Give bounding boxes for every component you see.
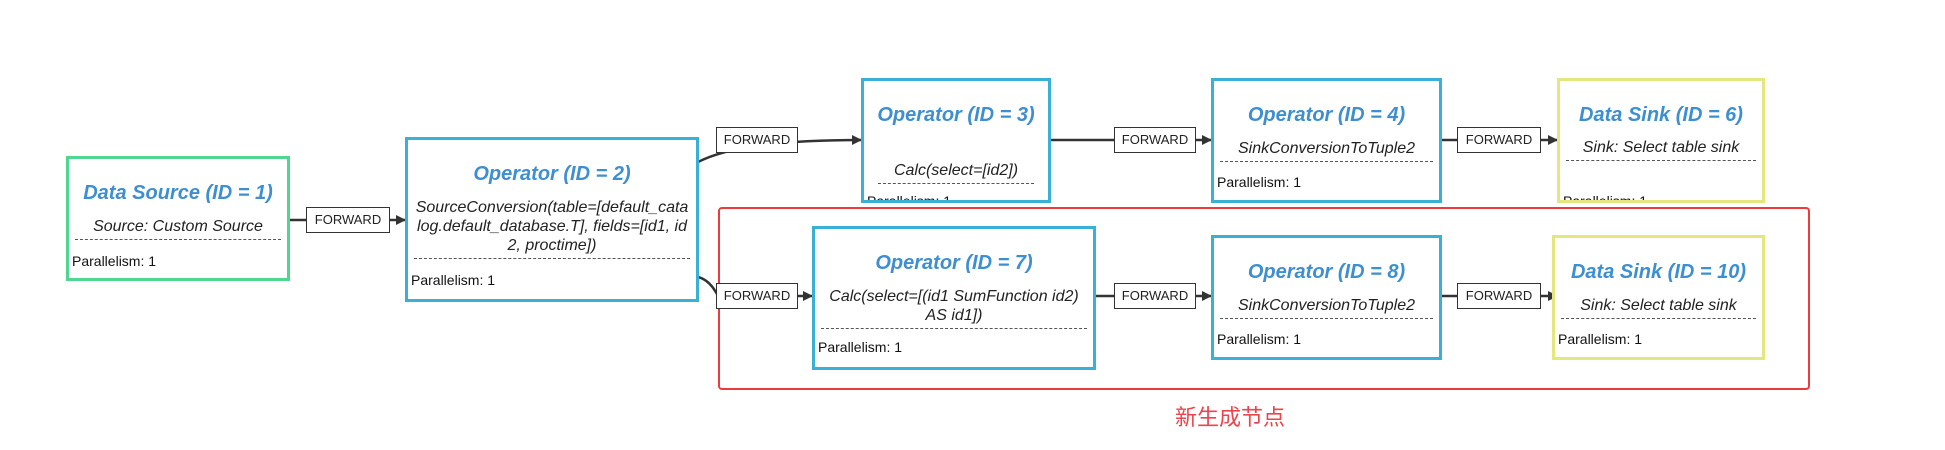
node-title: Operator (ID = 2) [473, 163, 631, 185]
node-description: Source: Custom Source [75, 217, 281, 240]
node-operator-7[interactable]: Operator (ID = 7) Calc(select=[(id1 SumF… [812, 226, 1096, 370]
edge-label-7-8: FORWARD [1114, 283, 1196, 309]
node-description: Calc(select=[(id1 SumFunction id2) AS id… [821, 287, 1087, 329]
node-description: SinkConversionToTuple2 [1220, 139, 1433, 162]
edge-label-4-6: FORWARD [1457, 127, 1541, 153]
node-title: Operator (ID = 3) [877, 104, 1035, 126]
node-description: SinkConversionToTuple2 [1220, 296, 1433, 319]
node-parallelism: Parallelism: 1 [867, 193, 952, 203]
node-parallelism: Parallelism: 1 [72, 253, 157, 269]
node-operator-8[interactable]: Operator (ID = 8) SinkConversionToTuple2… [1211, 235, 1442, 360]
node-title: Operator (ID = 7) [875, 252, 1033, 274]
node-description: Sink: Select table sink [1566, 138, 1756, 161]
node-title: Data Source (ID = 1) [83, 182, 273, 204]
node-operator-2[interactable]: Operator (ID = 2) SourceConversion(table… [405, 137, 699, 302]
node-parallelism: Parallelism: 1 [1558, 331, 1643, 347]
node-operator-4[interactable]: Operator (ID = 4) SinkConversionToTuple2… [1211, 78, 1442, 203]
node-parallelism: Parallelism: 1 [1563, 193, 1648, 203]
node-title: Data Sink (ID = 10) [1570, 261, 1747, 283]
node-title: Operator (ID = 8) [1247, 261, 1406, 283]
node-data-source-1[interactable]: Data Source (ID = 1) Source: Custom Sour… [66, 156, 290, 281]
edge-label-2-7: FORWARD [716, 283, 798, 309]
node-parallelism: Parallelism: 1 [1217, 331, 1302, 347]
node-title: Data Sink (ID = 6) [1579, 104, 1743, 126]
node-operator-3[interactable]: Operator (ID = 3) Calc(select=[id2]) Par… [861, 78, 1051, 203]
edge-label-8-10: FORWARD [1457, 283, 1541, 309]
node-data-sink-10[interactable]: Data Sink (ID = 10) Sink: Select table s… [1552, 235, 1765, 360]
node-parallelism: Parallelism: 1 [818, 339, 903, 355]
edge-label-1-2: FORWARD [306, 207, 390, 233]
node-data-sink-6[interactable]: Data Sink (ID = 6) Sink: Select table si… [1557, 78, 1765, 203]
node-title: Operator (ID = 4) [1247, 104, 1406, 126]
edge-label-2-3: FORWARD [716, 127, 798, 153]
node-description: Sink: Select table sink [1561, 296, 1756, 319]
node-description: Calc(select=[id2]) [878, 161, 1034, 184]
edge-label-3-4: FORWARD [1114, 127, 1196, 153]
node-parallelism: Parallelism: 1 [1217, 174, 1302, 190]
new-nodes-caption: 新生成节点 [1174, 406, 1285, 431]
node-parallelism: Parallelism: 1 [411, 272, 496, 288]
node-description: SourceConversion(table=[default_catalog.… [414, 198, 690, 259]
